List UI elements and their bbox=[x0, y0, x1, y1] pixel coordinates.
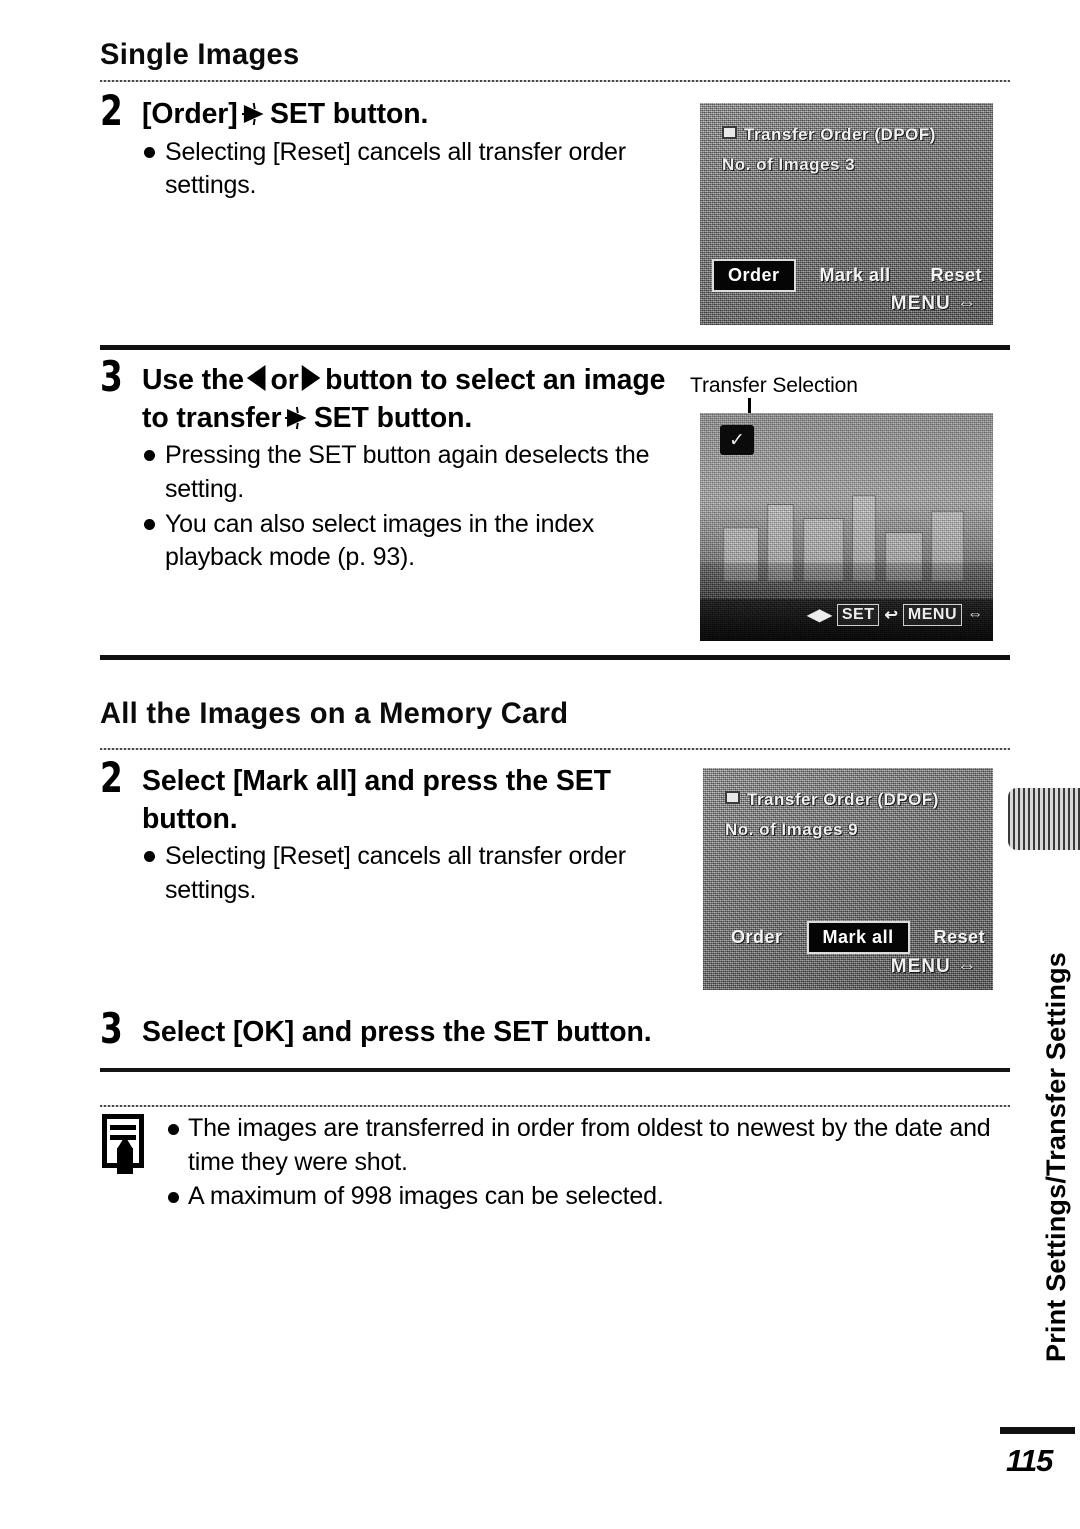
lcd-menu-chip[interactable]: MENU bbox=[902, 604, 962, 626]
step-block: 2 [Order] SET button. Selecting [Reset] … bbox=[100, 90, 690, 203]
page-number-rule bbox=[1000, 1427, 1075, 1434]
dpof-icon bbox=[722, 126, 737, 139]
step-number: 3 bbox=[100, 1004, 123, 1053]
lcd-button-mark-all[interactable]: Mark all bbox=[808, 923, 908, 952]
memo-pencil-icon bbox=[100, 1114, 152, 1176]
section-heading-all-images: All the Images on a Memory Card bbox=[100, 697, 569, 730]
step-title-after: SET button. bbox=[269, 98, 429, 130]
lcd-button-mark-all[interactable]: Mark all bbox=[806, 261, 905, 290]
step-bullet-list: Pressing the SET button again deselects … bbox=[142, 439, 680, 574]
note-body: The images are transferred in order from… bbox=[166, 1112, 1000, 1213]
step-title-before: Use the bbox=[142, 364, 244, 396]
page-number: 115 bbox=[1006, 1443, 1053, 1478]
step-title-after: SET button. bbox=[493, 1016, 652, 1048]
right-arrow-icon bbox=[301, 365, 321, 391]
manual-page: Single Images 2 [Order] SET button. Sele… bbox=[0, 0, 1080, 1529]
lcd-button-order[interactable]: Order bbox=[717, 923, 797, 952]
step-number: 2 bbox=[100, 86, 123, 135]
divider-thick bbox=[100, 345, 1010, 350]
step-title: Use the or button to select an image to tr… bbox=[142, 362, 669, 437]
bullet-item: Selecting [Reset] cancels all transfer o… bbox=[142, 840, 690, 907]
note-bullet-item: The images are transferred in order from… bbox=[166, 1112, 1000, 1180]
step-block: 3 Select [OK] and press the SET button. bbox=[100, 1008, 980, 1052]
lcd-status-bar: ◀▶ SET ↩ MENU ⇔ bbox=[700, 599, 993, 641]
lcd-menu-row: Order Mark all Reset bbox=[717, 923, 985, 952]
step-block: 3 Use the or button to select an image to … bbox=[100, 356, 680, 574]
step-bullet-list: Selecting [Reset] cancels all transfer o… bbox=[142, 136, 690, 203]
lcd-menu-row: Order Mark all Reset bbox=[714, 261, 982, 290]
bullet-item: Pressing the SET button again deselects … bbox=[142, 439, 680, 506]
side-tab-label: Print Settings/Transfer Settings bbox=[1041, 952, 1071, 1362]
step-bullet-list: Selecting [Reset] cancels all transfer o… bbox=[142, 840, 690, 907]
step-title: Select [OK] and press the SET button. bbox=[142, 1014, 963, 1052]
divider-hairline bbox=[100, 1105, 1010, 1107]
set-burst-arrow-icon bbox=[283, 404, 310, 430]
note-bullet-item: A maximum of 998 images can be selected. bbox=[166, 1180, 1000, 1214]
lcd-button-reset[interactable]: Reset bbox=[920, 923, 993, 952]
divider-hairline bbox=[100, 748, 1010, 750]
exchange-arrow-icon: ⇔ bbox=[967, 606, 983, 623]
step-title-before: Select [OK] and press the bbox=[142, 1016, 486, 1048]
lcd-title: Transfer Order (DPOF) bbox=[722, 125, 936, 145]
section-heading-single-images: Single Images bbox=[100, 38, 300, 71]
lcd-screenshot-transfer-order-menu: Transfer Order (DPOF) No. of Images 3 Or… bbox=[700, 103, 993, 325]
bullet-item: You can also select images in the index … bbox=[142, 508, 680, 575]
side-tab-marker bbox=[1008, 788, 1080, 850]
divider-thick bbox=[100, 655, 1010, 660]
step-title-after: SET button. bbox=[313, 401, 473, 434]
lcd-button-reset[interactable]: Reset bbox=[917, 261, 993, 290]
step-title: [Order] SET button. bbox=[142, 96, 679, 134]
return-arrow-icon: ↩ bbox=[884, 607, 898, 624]
step-block: 2 Select [Mark all] and press the SET bu… bbox=[100, 757, 690, 907]
caption-transfer-selection: Transfer Selection bbox=[690, 374, 858, 397]
lcd-screenshot-transfer-selection: ✓ ◀▶ SET ↩ MENU ⇔ bbox=[700, 413, 993, 641]
lcd-set-chip[interactable]: SET bbox=[836, 604, 880, 626]
step-title-or: or bbox=[270, 364, 299, 396]
step-number: 2 bbox=[100, 753, 123, 802]
lcd-button-order[interactable]: Order bbox=[714, 261, 794, 290]
left-arrow-icon bbox=[246, 365, 266, 391]
lcd-title: Transfer Order (DPOF) bbox=[725, 790, 939, 810]
checkmark-icon: ✓ bbox=[720, 425, 754, 455]
note-box: The images are transferred in order from… bbox=[100, 1112, 1000, 1213]
divider-hairline bbox=[100, 80, 1010, 82]
set-burst-arrow-icon bbox=[240, 100, 267, 126]
lcd-subtitle: No. of Images 3 bbox=[722, 155, 856, 174]
step-title-before: [Order] bbox=[142, 98, 238, 130]
lcd-screenshot-mark-all-menu: Transfer Order (DPOF) No. of Images 9 Or… bbox=[703, 768, 993, 990]
step-number: 3 bbox=[100, 352, 123, 401]
lcd-subtitle: No. of Images 9 bbox=[725, 820, 859, 839]
dpof-icon bbox=[725, 791, 740, 804]
left-right-arrows-icon: ◀▶ bbox=[807, 607, 832, 624]
step-title: Select [Mark all] and press the SET butt… bbox=[142, 763, 679, 838]
lcd-menu-tag: MENU ⇔ bbox=[890, 293, 977, 314]
step-title-before: Select [Mark all] and press the bbox=[142, 765, 549, 797]
lcd-menu-tag: MENU ⇔ bbox=[890, 956, 977, 977]
divider-medium bbox=[100, 1068, 1010, 1072]
bullet-item: Selecting [Reset] cancels all transfer o… bbox=[142, 136, 690, 203]
